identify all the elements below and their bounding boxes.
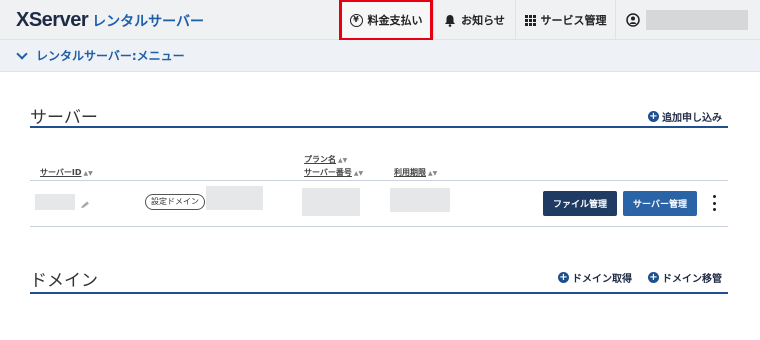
add-server-label: 追加申し込み — [662, 113, 722, 124]
logo-sub: レンタルサーバー — [92, 14, 204, 30]
column-header-server-id[interactable]: サーバーID ▲▼ — [40, 167, 93, 178]
column-header-server-number[interactable]: サーバー番号 ▲▼ — [304, 167, 363, 178]
nav-services[interactable]: サービス管理 — [515, 0, 615, 40]
plus-circle-icon: + — [558, 272, 569, 283]
transfer-domain-link[interactable]: + ドメイン移管 — [648, 270, 722, 285]
server-section-title: サーバー — [30, 108, 98, 128]
acquire-domain-link[interactable]: + ドメイン取得 — [558, 270, 632, 285]
sort-icon: ▲▼ — [83, 170, 93, 177]
nav-news[interactable]: お知らせ — [433, 0, 515, 40]
grid-icon — [524, 14, 536, 26]
top-bar: XServer レンタルサーバー ¥ 料金支払い お知らせ サービス管理 — [0, 0, 760, 41]
domain-section-title: ドメイン — [30, 271, 98, 291]
chevron-down-icon — [16, 47, 28, 60]
user-circle-icon — [626, 13, 640, 27]
service-menu-title: レンタルサーバー:メニュー — [36, 49, 185, 63]
pencil-icon[interactable] — [80, 201, 90, 209]
plus-circle-icon: + — [648, 272, 659, 283]
service-menu-bar[interactable]: レンタルサーバー:メニュー — [0, 40, 760, 72]
acquire-domain-label: ドメイン取得 — [572, 274, 632, 285]
file-manager-button[interactable]: ファイル管理 — [543, 191, 617, 216]
table-header-divider — [30, 180, 728, 181]
server-id-redacted — [35, 194, 75, 210]
plus-circle-icon: + — [648, 111, 659, 122]
nav-news-label: お知らせ — [461, 14, 505, 27]
transfer-domain-label: ドメイン移管 — [662, 274, 722, 285]
add-server-link[interactable]: + 追加申し込み — [648, 109, 722, 124]
sort-icon: ▲▼ — [428, 170, 438, 177]
domain-settings-badge[interactable]: 設定ドメイン — [145, 194, 205, 210]
nav-user-menu[interactable] — [615, 0, 760, 40]
yen-icon: ¥ — [349, 13, 363, 27]
bell-icon — [445, 14, 456, 27]
nav-payment-label: 料金支払い — [367, 14, 423, 27]
logo-main: XServer — [16, 9, 89, 31]
server-section-divider — [30, 126, 728, 128]
sort-icon: ▲▼ — [353, 170, 364, 177]
table-row-divider — [30, 226, 728, 227]
plan-redacted — [302, 188, 360, 216]
sort-icon: ▲▼ — [338, 157, 348, 164]
user-name-redacted — [646, 10, 748, 30]
column-header-plan-name[interactable]: プラン名 ▲▼ — [304, 154, 347, 165]
server-manager-button[interactable]: サーバー管理 — [623, 191, 697, 216]
domain-section-divider — [30, 292, 728, 294]
nav-services-label: サービス管理 — [540, 14, 607, 27]
nav-payment[interactable]: ¥ 料金支払い — [339, 0, 433, 41]
more-options-icon[interactable] — [713, 195, 717, 211]
domain-redacted — [206, 186, 263, 210]
column-header-expiry[interactable]: 利用期限 ▲▼ — [394, 167, 437, 178]
expiry-redacted — [390, 188, 450, 212]
logo[interactable]: XServer レンタルサーバー — [16, 9, 204, 31]
